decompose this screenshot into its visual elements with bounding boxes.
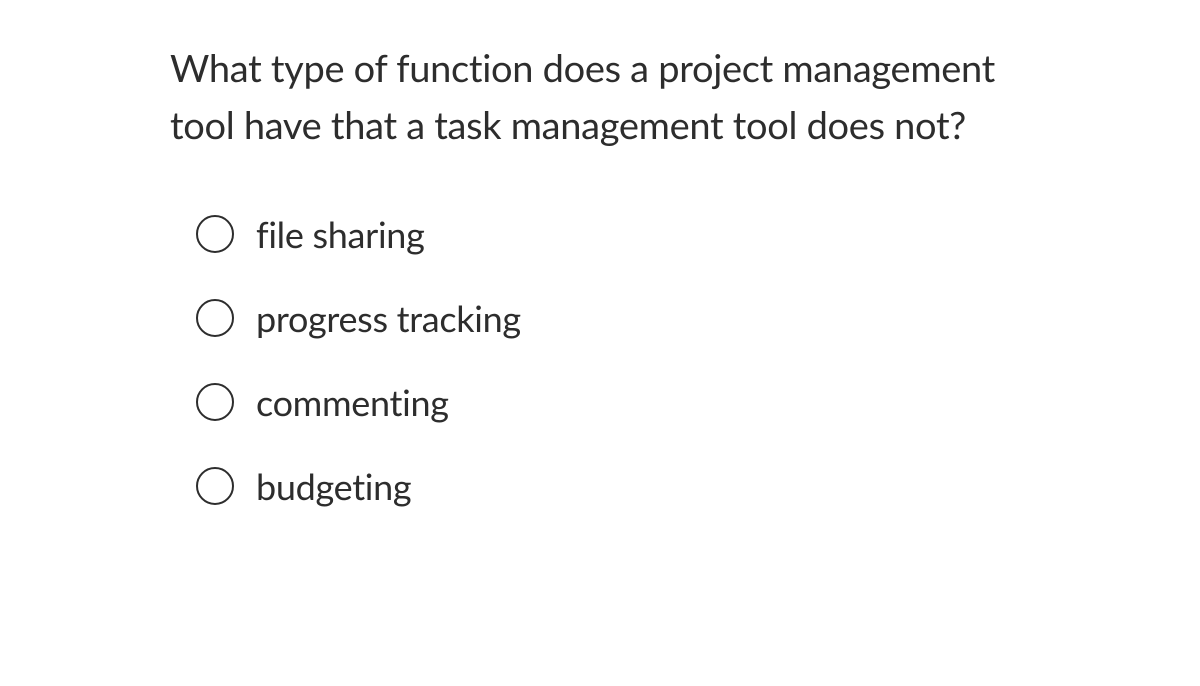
radio-icon [196, 467, 234, 505]
option-file-sharing[interactable]: file sharing [196, 212, 1030, 256]
option-label: file sharing [256, 212, 425, 256]
option-progress-tracking[interactable]: progress tracking [196, 296, 1030, 340]
option-label: progress tracking [256, 296, 521, 340]
radio-icon [196, 299, 234, 337]
option-commenting[interactable]: commenting [196, 380, 1030, 424]
radio-icon [196, 383, 234, 421]
options-group: file sharing progress tracking commentin… [170, 212, 1030, 508]
option-label: commenting [256, 380, 449, 424]
option-label: budgeting [256, 464, 411, 508]
option-budgeting[interactable]: budgeting [196, 464, 1030, 508]
question-prompt: What type of function does a project man… [170, 40, 1030, 154]
radio-icon [196, 215, 234, 253]
